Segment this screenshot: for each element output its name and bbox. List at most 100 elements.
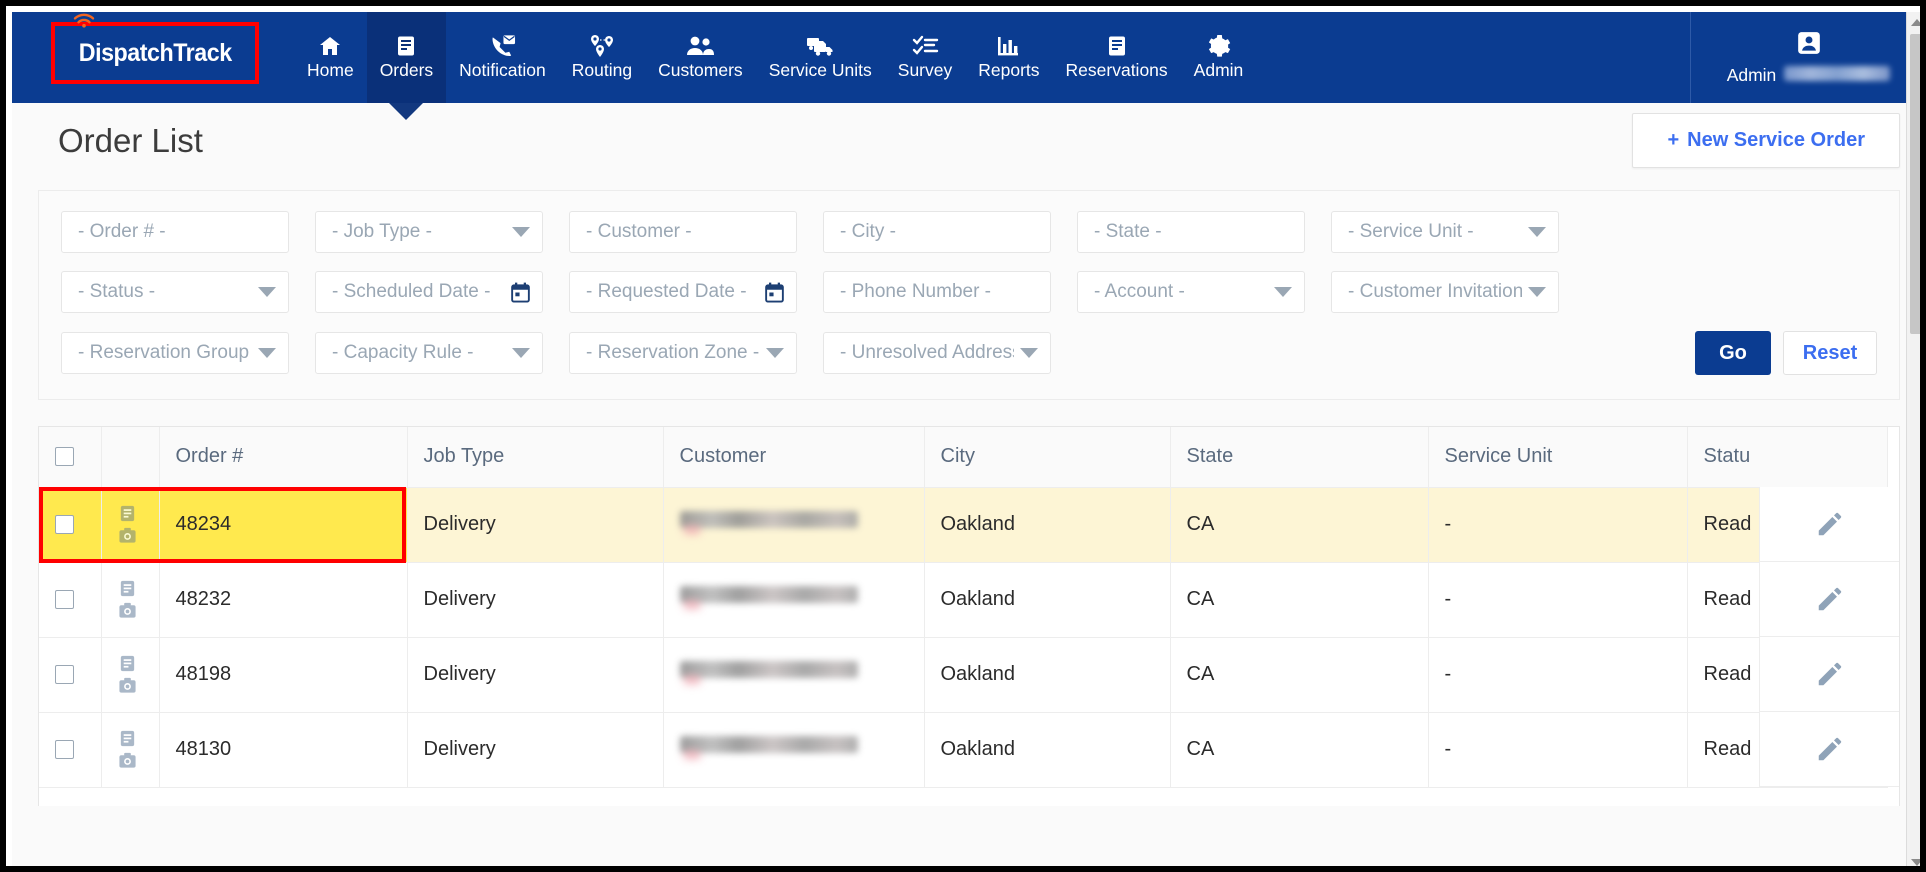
filter-reservation-zone[interactable]: - Reservation Zone -: [569, 332, 797, 374]
row-checkbox[interactable]: [55, 665, 74, 685]
row-select-cell[interactable]: [39, 487, 102, 563]
nav-label-home: Home: [307, 60, 354, 81]
chevron-down-icon: [258, 287, 276, 297]
nav-item-notification[interactable]: Notification: [446, 12, 559, 103]
filter-capacity-rule[interactable]: - Capacity Rule -: [315, 332, 543, 374]
account-menu[interactable]: Admin: [1690, 12, 1920, 103]
phone-message-icon: [489, 33, 516, 59]
nav-item-home[interactable]: Home: [294, 12, 367, 103]
camera-icon[interactable]: [118, 676, 137, 695]
chevron-down-icon: [512, 227, 530, 237]
row-checkbox[interactable]: [55, 590, 74, 610]
filter-order-number[interactable]: - Order # -: [61, 211, 289, 253]
nav-item-orders[interactable]: Orders: [366, 12, 447, 120]
cell-job-type: Delivery: [407, 637, 664, 713]
nav-item-reservations[interactable]: Reservations: [1053, 12, 1181, 103]
camera-icon[interactable]: [118, 601, 137, 620]
row-actions-column: [1759, 487, 1899, 787]
cell-job-type: Delivery: [407, 562, 664, 638]
filter-requested-date-placeholder: - Requested Date -: [586, 281, 747, 302]
nav-item-reports[interactable]: Reports: [965, 12, 1052, 103]
nav-item-customers[interactable]: Customers: [645, 12, 756, 103]
column-header-service-unit[interactable]: Service Unit: [1428, 427, 1688, 488]
nav-item-routing[interactable]: Routing: [559, 12, 645, 103]
filter-account[interactable]: - Account -: [1077, 271, 1305, 313]
column-header-order[interactable]: Order #: [159, 427, 408, 488]
table-row[interactable]: 48234 Delivery Oakland CA - Read: [39, 487, 1888, 563]
filter-service-unit[interactable]: - Service Unit -: [1331, 211, 1559, 253]
filter-status[interactable]: - Status -: [61, 271, 289, 313]
nav-label-survey: Survey: [897, 60, 953, 81]
account-username-redacted: [1784, 65, 1891, 81]
table-row[interactable]: 48130 Delivery Oakland CA - Read: [39, 712, 1888, 788]
new-service-order-button[interactable]: + New Service Order: [1632, 113, 1900, 168]
select-all-checkbox[interactable]: [55, 447, 74, 467]
row-checkbox[interactable]: [55, 515, 74, 535]
scroll-down-button[interactable]: [1907, 852, 1920, 866]
table-row[interactable]: 48198 Delivery Oakland CA - Read: [39, 637, 1888, 713]
nav-label-service-units: Service Units: [768, 60, 872, 81]
row-select-cell[interactable]: [39, 562, 102, 638]
note-icon[interactable]: [118, 504, 137, 523]
customer-redacted: [679, 736, 858, 753]
calendar-icon[interactable]: [765, 282, 784, 303]
filter-city[interactable]: - City -: [823, 211, 1051, 253]
cell-order-number[interactable]: 48198: [159, 637, 408, 713]
filter-scheduled-date[interactable]: - Scheduled Date -: [315, 271, 543, 313]
column-header-job-type[interactable]: Job Type: [407, 427, 664, 488]
filter-unresolved-address[interactable]: - Unresolved Address -: [823, 332, 1051, 374]
active-tab-caret: [389, 103, 424, 120]
filter-customer[interactable]: - Customer -: [569, 211, 797, 253]
filter-row-2: - Status - - Scheduled Date - - Requeste…: [61, 271, 1877, 313]
row-icons-cell: [101, 562, 160, 638]
table-header: Order # Job Type Customer City State Ser…: [39, 427, 1888, 488]
nav-item-admin[interactable]: Admin: [1181, 12, 1257, 103]
nav-label-notification: Notification: [459, 60, 546, 81]
edit-row-button[interactable]: [1760, 487, 1899, 562]
nav-item-service-units[interactable]: Service Units: [756, 12, 885, 103]
note-icon[interactable]: [118, 729, 137, 748]
scrollbar-thumb[interactable]: [1910, 34, 1920, 334]
note-icon[interactable]: [118, 579, 137, 598]
filter-reservation-group[interactable]: - Reservation Group -: [61, 332, 289, 374]
pencil-icon[interactable]: [1815, 734, 1845, 764]
edit-row-button[interactable]: [1760, 637, 1899, 712]
pencil-icon[interactable]: [1815, 584, 1845, 614]
filter-requested-date[interactable]: - Requested Date -: [569, 271, 797, 313]
column-header-state[interactable]: State: [1170, 427, 1429, 488]
scroll-up-button[interactable]: [1907, 12, 1920, 32]
pencil-icon[interactable]: [1815, 659, 1845, 689]
row-checkbox[interactable]: [55, 740, 74, 760]
document-icon: [1105, 33, 1129, 59]
camera-icon[interactable]: [118, 751, 137, 770]
brand-logo[interactable]: DispatchTrack: [12, 12, 294, 103]
calendar-icon[interactable]: [511, 282, 530, 303]
table-body: 48234 Delivery Oakland CA - Read 48232 D…: [39, 487, 1888, 788]
browser-viewport: DispatchTrack Home Orders Notification R…: [12, 12, 1920, 866]
pencil-icon[interactable]: [1815, 509, 1845, 539]
cell-service-unit: -: [1428, 712, 1688, 788]
column-header-city[interactable]: City: [924, 427, 1171, 488]
table-row[interactable]: 48232 Delivery Oakland CA - Read: [39, 562, 1888, 638]
note-icon[interactable]: [118, 654, 137, 673]
row-select-cell[interactable]: [39, 637, 102, 713]
filter-job-type[interactable]: - Job Type -: [315, 211, 543, 253]
camera-icon[interactable]: [118, 526, 137, 545]
reset-button[interactable]: Reset: [1783, 331, 1877, 375]
vertical-scrollbar[interactable]: [1906, 12, 1920, 866]
nav-item-survey[interactable]: Survey: [885, 12, 965, 103]
row-select-cell[interactable]: [39, 712, 102, 788]
filter-state[interactable]: - State -: [1077, 211, 1305, 253]
cell-order-number[interactable]: 48130: [159, 712, 408, 788]
cell-order-number[interactable]: 48234: [159, 487, 408, 563]
filter-phone-number[interactable]: - Phone Number -: [823, 271, 1051, 313]
cell-order-number[interactable]: 48232: [159, 562, 408, 638]
go-button[interactable]: Go: [1695, 331, 1771, 375]
edit-row-button[interactable]: [1760, 562, 1899, 637]
column-header-status[interactable]: Statu: [1687, 427, 1888, 488]
column-header-customer[interactable]: Customer: [663, 427, 925, 488]
select-all-header[interactable]: [39, 427, 102, 488]
filter-customer-invitation[interactable]: - Customer Invitation -: [1331, 271, 1559, 313]
edit-row-button[interactable]: [1760, 712, 1899, 787]
cell-state: CA: [1170, 487, 1429, 563]
